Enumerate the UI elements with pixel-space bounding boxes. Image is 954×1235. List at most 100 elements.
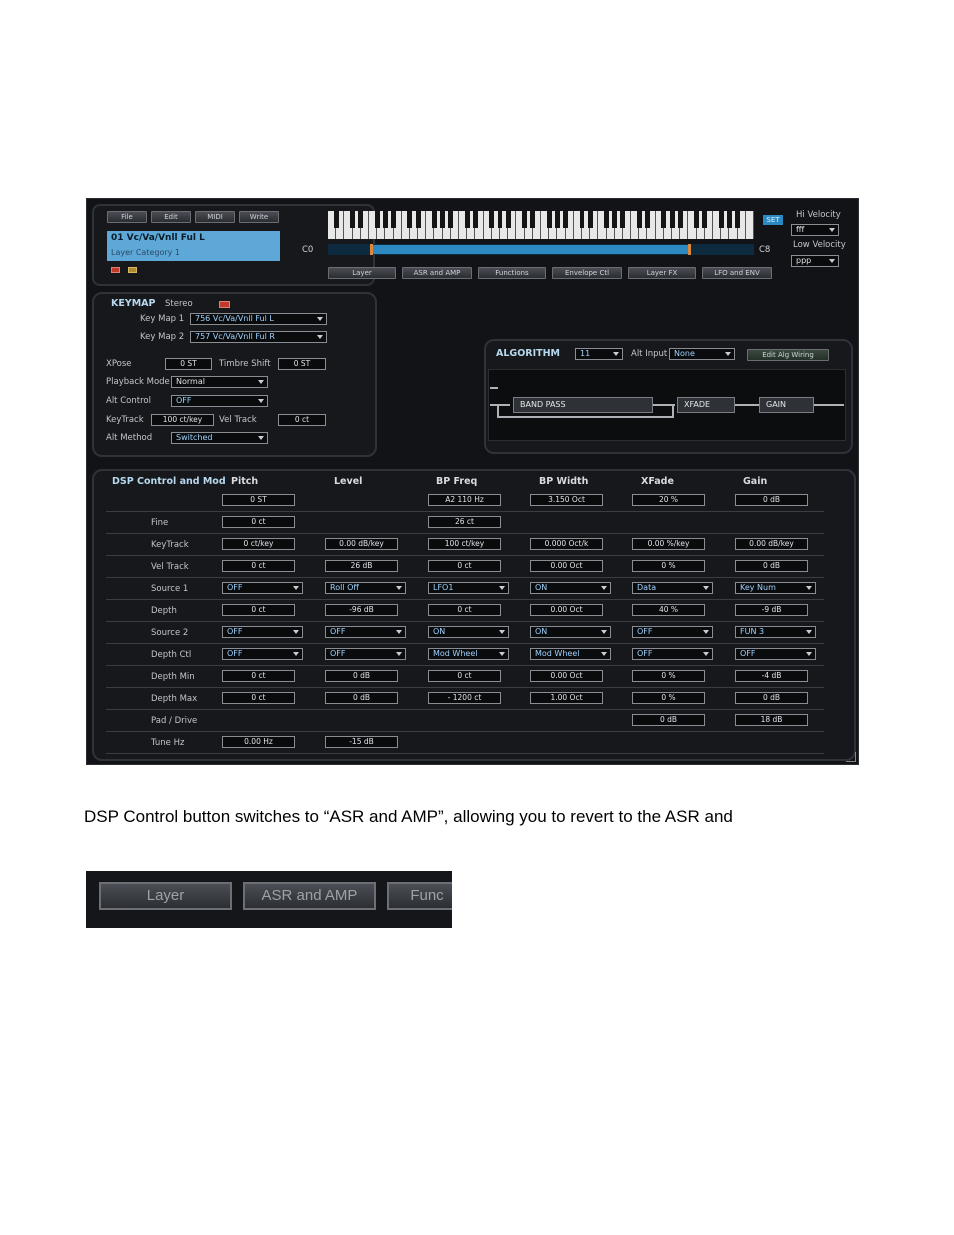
- dsp-value-field[interactable]: 0 ct: [428, 604, 501, 616]
- dsp-value-field[interactable]: 0 dB: [632, 714, 705, 726]
- dsp-value-field[interactable]: 0 dB: [325, 670, 398, 682]
- edit-alg-wiring-button[interactable]: Edit Alg Wiring: [747, 349, 829, 361]
- dsp-value-field[interactable]: 0.00 Oct: [530, 604, 603, 616]
- dsp-value-field[interactable]: -4 dB: [735, 670, 808, 682]
- dsp-value-field[interactable]: 1.00 Oct: [530, 692, 603, 704]
- band-pass-block[interactable]: BAND PASS: [513, 397, 653, 413]
- alt-input-dropdown[interactable]: None: [669, 348, 735, 360]
- keymap2-dropdown[interactable]: 757 Vc/Va/Vnll Ful R: [190, 331, 327, 343]
- menu-edit-button[interactable]: Edit: [151, 211, 191, 223]
- dsp-value-field[interactable]: 0 ct: [222, 670, 295, 682]
- dsp-value-field[interactable]: 0.000 Oct/k: [530, 538, 603, 550]
- dsp-dropdown[interactable]: Mod Wheel: [428, 648, 509, 660]
- xfade-block[interactable]: XFADE: [677, 397, 735, 413]
- dsp-base-field[interactable]: 20 %: [632, 494, 705, 506]
- piano-black-key[interactable]: [546, 211, 552, 228]
- dsp-value-field[interactable]: 0 dB: [325, 692, 398, 704]
- key-range-bar[interactable]: [328, 244, 754, 255]
- piano-black-key[interactable]: [350, 211, 356, 228]
- piano-black-key[interactable]: [636, 211, 642, 228]
- tab-layer-fx[interactable]: Layer FX: [628, 267, 696, 279]
- piano-black-key[interactable]: [694, 211, 700, 228]
- keymap1-dropdown[interactable]: 756 Vc/Va/Vnll Ful L: [190, 313, 327, 325]
- algorithm-dropdown[interactable]: 11: [575, 348, 623, 360]
- piano-black-key[interactable]: [645, 211, 650, 228]
- menu-file-button[interactable]: File: [107, 211, 147, 223]
- piano-black-key[interactable]: [432, 211, 437, 228]
- dsp-value-field[interactable]: 0.00 dB/key: [325, 538, 398, 550]
- piano-black-key[interactable]: [489, 211, 495, 228]
- dsp-dropdown[interactable]: OFF: [222, 582, 303, 594]
- dsp-dropdown[interactable]: ON: [428, 626, 509, 638]
- gain-block[interactable]: GAIN: [759, 397, 814, 413]
- dsp-value-field[interactable]: 0 %: [632, 692, 705, 704]
- dsp-value-field[interactable]: 0.00 Oct: [530, 670, 603, 682]
- piano-black-key[interactable]: [530, 211, 536, 228]
- piano-black-key[interactable]: [464, 211, 470, 228]
- playback-mode-dropdown[interactable]: Normal: [171, 376, 268, 388]
- piano-black-key[interactable]: [448, 211, 454, 228]
- dsp-value-field[interactable]: 0 ct: [222, 692, 295, 704]
- low-velocity-dropdown[interactable]: ppp: [791, 255, 839, 267]
- piano-black-key[interactable]: [677, 211, 683, 228]
- menu-midi-button[interactable]: MIDI: [195, 211, 235, 223]
- dsp-dropdown[interactable]: Key Num: [735, 582, 816, 594]
- alt-method-dropdown[interactable]: Switched: [171, 432, 268, 444]
- dsp-value-field[interactable]: 0.00 Hz: [222, 736, 295, 748]
- alt-control-dropdown[interactable]: OFF: [171, 395, 268, 407]
- tab-functions[interactable]: Functions: [478, 267, 546, 279]
- dsp-value-field[interactable]: 0 ct: [428, 670, 501, 682]
- piano-black-key[interactable]: [702, 211, 708, 228]
- dsp-dropdown[interactable]: ON: [530, 626, 611, 638]
- zoom-tab-layer[interactable]: Layer: [99, 882, 232, 910]
- piano-black-key[interactable]: [440, 211, 446, 228]
- piano-black-key[interactable]: [579, 211, 585, 228]
- dsp-value-field[interactable]: -96 dB: [325, 604, 398, 616]
- dsp-dropdown[interactable]: ON: [530, 582, 611, 594]
- dsp-dropdown[interactable]: OFF: [325, 626, 406, 638]
- tab-lfo-and-env[interactable]: LFO and ENV: [702, 267, 772, 279]
- dsp-value-field[interactable]: 0.00 Oct: [530, 560, 603, 572]
- tab-layer[interactable]: Layer: [328, 267, 396, 279]
- dsp-value-field[interactable]: 18 dB: [735, 714, 808, 726]
- dsp-value-field[interactable]: 0 ct: [222, 516, 295, 528]
- xpose-field[interactable]: 0 ST: [165, 358, 212, 370]
- piano-white-key[interactable]: [745, 211, 754, 239]
- dsp-value-field[interactable]: -9 dB: [735, 604, 808, 616]
- piano-black-key[interactable]: [358, 211, 364, 228]
- key-range-low-handle[interactable]: [370, 244, 373, 255]
- dsp-value-field[interactable]: 0 %: [632, 560, 705, 572]
- dsp-value-field[interactable]: 0 ct/key: [222, 538, 295, 550]
- dsp-dropdown[interactable]: OFF: [632, 626, 713, 638]
- hi-velocity-dropdown[interactable]: fff: [791, 224, 839, 236]
- piano-black-key[interactable]: [554, 211, 560, 228]
- dsp-dropdown[interactable]: OFF: [222, 626, 303, 638]
- piano-black-key[interactable]: [407, 211, 413, 228]
- dsp-value-field[interactable]: 26 dB: [325, 560, 398, 572]
- dsp-dropdown[interactable]: OFF: [632, 648, 713, 660]
- keyboard[interactable]: [328, 211, 754, 239]
- dsp-base-field[interactable]: 3.150 Oct: [530, 494, 603, 506]
- piano-black-key[interactable]: [333, 211, 339, 228]
- zoom-tab-asr-and-amp[interactable]: ASR and AMP: [243, 882, 376, 910]
- dsp-value-field[interactable]: - 1200 ct: [428, 692, 501, 704]
- dsp-value-field[interactable]: 0 ct: [428, 560, 501, 572]
- dsp-dropdown[interactable]: OFF: [325, 648, 406, 660]
- dsp-base-field[interactable]: 0 ST: [222, 494, 295, 506]
- piano-black-key[interactable]: [497, 211, 503, 228]
- dsp-value-field[interactable]: 0 ct: [222, 560, 295, 572]
- preset-display[interactable]: 01 Vc/Va/Vnll Ful L Layer Category 1: [107, 231, 280, 261]
- piano-black-key[interactable]: [661, 211, 667, 228]
- piano-black-key[interactable]: [612, 211, 618, 228]
- piano-black-key[interactable]: [718, 211, 724, 228]
- dsp-value-field[interactable]: 0 ct: [222, 604, 295, 616]
- piano-black-key[interactable]: [726, 211, 732, 228]
- dsp-value-field[interactable]: 40 %: [632, 604, 705, 616]
- dsp-dropdown[interactable]: OFF: [222, 648, 303, 660]
- dsp-value-field[interactable]: 0 %: [632, 670, 705, 682]
- dsp-dropdown[interactable]: Roll Off: [325, 582, 406, 594]
- resize-grip-icon[interactable]: [846, 752, 856, 762]
- dsp-dropdown[interactable]: LFO1: [428, 582, 509, 594]
- dsp-dropdown[interactable]: Data: [632, 582, 713, 594]
- dsp-dropdown[interactable]: Mod Wheel: [530, 648, 611, 660]
